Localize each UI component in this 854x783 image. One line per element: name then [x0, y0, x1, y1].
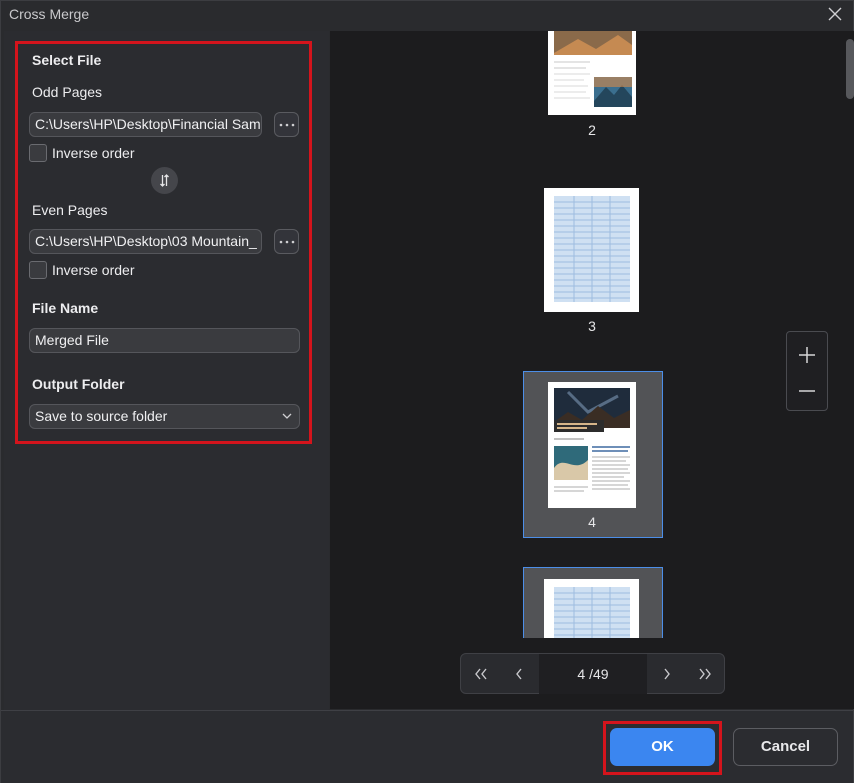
preview-scrollbar[interactable]	[846, 39, 854, 99]
file-name-label: File Name	[32, 300, 99, 316]
next-page-button[interactable]	[649, 654, 685, 694]
page-navigator: 4 /49	[460, 653, 725, 694]
last-page-button[interactable]	[687, 654, 723, 694]
more-icon	[279, 240, 295, 244]
page-content-image	[554, 31, 632, 107]
prev-page-button[interactable]	[501, 654, 537, 694]
output-folder-value: Save to source folder	[35, 408, 168, 424]
page-number-3: 3	[588, 318, 596, 334]
even-inverse-order-label: Inverse order	[52, 262, 135, 278]
page-thumbnail-5[interactable]	[544, 579, 639, 638]
zoom-out-button[interactable]	[787, 372, 827, 410]
cancel-button[interactable]: Cancel	[733, 728, 838, 766]
even-inverse-order-checkbox[interactable]	[29, 261, 47, 279]
select-file-heading: Select File	[32, 52, 102, 68]
swap-files-button[interactable]	[151, 167, 178, 194]
double-chevron-left-icon	[475, 668, 487, 680]
dialog-footer	[1, 710, 853, 783]
minus-icon	[799, 390, 815, 392]
ok-highlight-annotation	[603, 721, 722, 775]
page-thumbnail-4[interactable]	[548, 382, 636, 508]
page-thumbnail-3[interactable]	[544, 188, 639, 312]
page-content-table	[554, 196, 630, 302]
plus-icon	[799, 347, 815, 363]
page-thumbnail-2[interactable]	[548, 31, 636, 115]
double-chevron-right-icon	[699, 668, 711, 680]
output-folder-label: Output Folder	[32, 376, 125, 392]
odd-pages-label: Odd Pages	[32, 84, 103, 100]
page-content-table	[554, 587, 630, 638]
chevron-down-icon	[282, 413, 292, 419]
swap-icon	[160, 174, 169, 187]
file-name-input[interactable]: Merged File	[29, 328, 300, 353]
first-page-button[interactable]	[463, 654, 499, 694]
zoom-control	[786, 331, 828, 411]
odd-inverse-order-label: Inverse order	[52, 145, 135, 161]
odd-inverse-order-checkbox[interactable]	[29, 144, 47, 162]
title-bar: Cross Merge	[1, 1, 853, 28]
even-pages-path-field[interactable]: C:\Users\HP\Desktop\03 Mountain_	[29, 229, 262, 254]
dialog-title: Cross Merge	[9, 6, 90, 22]
cross-merge-dialog: Cross Merge Select File Odd Pages C:\Use…	[0, 0, 854, 783]
odd-pages-browse-button[interactable]	[274, 112, 299, 137]
odd-pages-path-field[interactable]: C:\Users\HP\Desktop\Financial Sam	[29, 112, 262, 137]
close-icon[interactable]	[825, 4, 845, 24]
chevron-left-icon	[516, 668, 522, 680]
page-number-2: 2	[588, 122, 596, 138]
more-icon	[279, 123, 295, 127]
zoom-in-button[interactable]	[787, 334, 827, 372]
even-pages-browse-button[interactable]	[274, 229, 299, 254]
page-content-image	[554, 388, 630, 492]
even-pages-label: Even Pages	[32, 202, 108, 218]
page-indicator[interactable]: 4 /49	[539, 654, 647, 694]
chevron-right-icon	[664, 668, 670, 680]
output-folder-select[interactable]: Save to source folder	[29, 404, 300, 429]
page-number-4: 4	[588, 514, 596, 530]
